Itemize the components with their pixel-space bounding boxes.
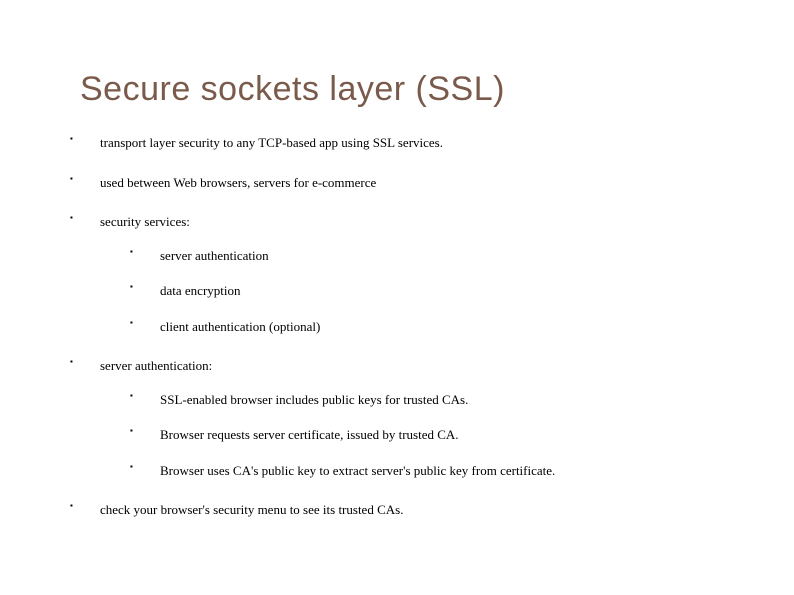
sub-bullet-text: SSL-enabled browser includes public keys… [160,392,468,407]
bullet-text: used between Web browsers, servers for e… [100,175,376,190]
bullet-item: used between Web browsers, servers for e… [70,173,734,193]
bullet-text: transport layer security to any TCP-base… [100,135,443,150]
sub-bullet-item: Browser requests server certificate, iss… [130,425,734,445]
bullet-text: security services: [100,214,190,229]
sub-bullet-item: SSL-enabled browser includes public keys… [130,390,734,410]
slide: Secure sockets layer (SSL) transport lay… [0,0,794,595]
sub-bullet-list: server authentication data encryption cl… [100,246,734,337]
sub-bullet-item: Browser uses CA's public key to extract … [130,461,734,481]
sub-bullet-text: data encryption [160,283,241,298]
sub-bullet-item: server authentication [130,246,734,266]
sub-bullet-item: data encryption [130,281,734,301]
bullet-list: transport layer security to any TCP-base… [60,133,734,520]
sub-bullet-text: server authentication [160,248,269,263]
bullet-text: check your browser's security menu to se… [100,502,403,517]
bullet-item: server authentication: SSL-enabled brows… [70,356,734,480]
slide-title: Secure sockets layer (SSL) [80,70,734,109]
bullet-text: server authentication: [100,358,212,373]
bullet-item: check your browser's security menu to se… [70,500,734,520]
sub-bullet-text: client authentication (optional) [160,319,320,334]
sub-bullet-text: Browser requests server certificate, iss… [160,427,459,442]
sub-bullet-list: SSL-enabled browser includes public keys… [100,390,734,481]
bullet-item: security services: server authentication… [70,212,734,336]
sub-bullet-item: client authentication (optional) [130,317,734,337]
sub-bullet-text: Browser uses CA's public key to extract … [160,463,555,478]
bullet-item: transport layer security to any TCP-base… [70,133,734,153]
